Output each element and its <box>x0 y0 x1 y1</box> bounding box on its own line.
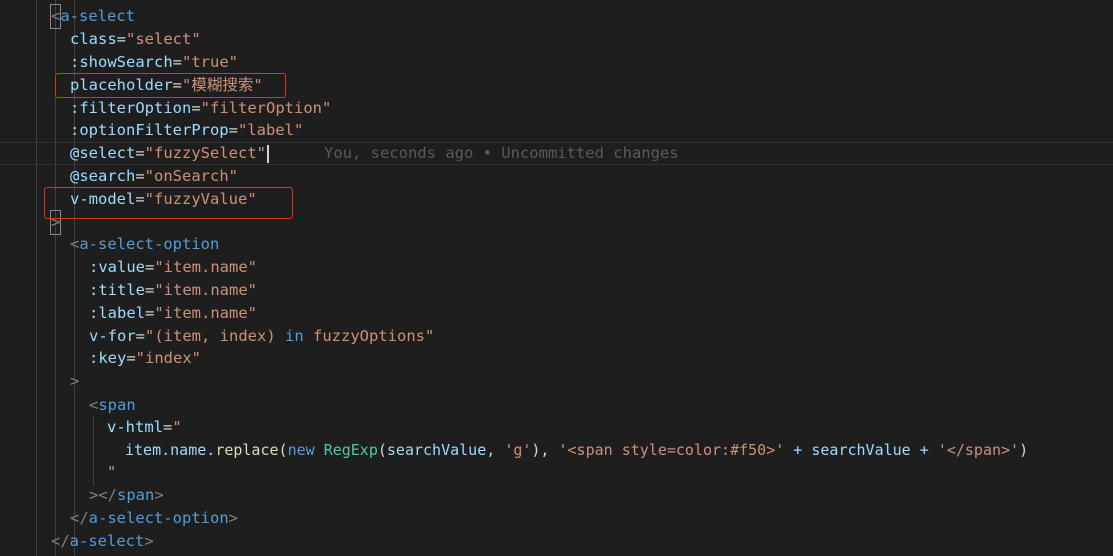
code-line[interactable]: :key="index" <box>0 347 1113 370</box>
code-line[interactable]: v-for="(item, index) in fuzzyOptions" <box>0 325 1113 348</box>
tag-name: a-select <box>60 7 135 25</box>
attr-value: "item.name" <box>154 258 257 276</box>
tag-name: a-select-option <box>88 509 229 527</box>
code-line[interactable]: <a-select-option <box>0 233 1113 256</box>
code-line[interactable]: <a-select <box>0 4 1113 29</box>
attr-value: "onSearch" <box>144 167 238 185</box>
code-line[interactable]: @search="onSearch" <box>0 165 1113 188</box>
attr-value: "item.name" <box>154 304 257 322</box>
code-line[interactable]: > <box>0 370 1113 393</box>
bracket-match: < <box>49 4 62 29</box>
code-line[interactable]: </a-select> <box>0 530 1113 553</box>
attr-value: "select" <box>126 30 201 48</box>
tag-name: span <box>117 486 155 504</box>
highlight-box-placeholder <box>55 73 286 98</box>
code-line[interactable]: :optionFilterProp="label" <box>0 119 1113 142</box>
attr-value: "(item, index) <box>145 327 285 345</box>
class-name: RegExp <box>323 441 378 459</box>
attr-name: :showSearch <box>70 53 173 71</box>
code-line[interactable]: :value="item.name" <box>0 256 1113 279</box>
attr-value: "filterOption" <box>200 99 332 117</box>
tag-name: span <box>98 396 136 414</box>
attr-name: :label <box>89 304 145 322</box>
attr-value: "item.name" <box>154 281 257 299</box>
highlight-box-v-model <box>44 187 293 219</box>
text-cursor <box>267 144 269 163</box>
string-literal: '</span>' <box>937 441 1020 459</box>
tag-name: a-select-option <box>79 235 220 253</box>
attr-name: v-html <box>107 418 163 436</box>
attr-value: fuzzyOptions" <box>303 327 435 345</box>
code-line[interactable]: item.name.replace(new RegExp(searchValue… <box>0 439 1113 462</box>
code-line[interactable]: v-html=" <box>0 416 1113 439</box>
attr-name: :title <box>89 281 145 299</box>
attr-name: class <box>70 30 117 48</box>
keyword: in <box>285 327 304 345</box>
attr-value: "label" <box>237 121 304 139</box>
current-code-line[interactable]: @select="fuzzySelect" You, seconds ago • … <box>0 142 1113 165</box>
attr-value: " <box>172 418 182 436</box>
string-literal: '<span style=color:#f50>' <box>558 441 785 459</box>
code-line[interactable]: " <box>0 461 1113 484</box>
attr-name: @search <box>70 167 136 185</box>
code-line[interactable]: :filterOption="filterOption" <box>0 97 1113 120</box>
code-line[interactable]: class="select" <box>0 28 1113 51</box>
string-literal: 'g' <box>504 441 532 459</box>
attr-value: " <box>107 463 117 481</box>
code-line[interactable]: </a-select-option> <box>0 507 1113 530</box>
function-name: replace <box>215 441 279 459</box>
code-line[interactable]: <span <box>0 394 1113 417</box>
attr-name: :optionFilterProp <box>70 121 229 139</box>
variable: searchValue, <box>386 441 505 459</box>
variable: + searchValue + <box>784 441 938 459</box>
attr-name: @select <box>70 144 136 162</box>
attr-name: :value <box>89 258 145 276</box>
code-line[interactable]: ></span> <box>0 484 1113 507</box>
keyword: new <box>287 441 315 459</box>
tag-name: a-select <box>69 532 145 550</box>
attr-value: "index" <box>135 349 201 367</box>
code-line[interactable]: :label="item.name" <box>0 302 1113 325</box>
attr-name: :filterOption <box>70 99 192 117</box>
code-line[interactable]: :showSearch="true" <box>0 51 1113 74</box>
git-blame-annotation: You, seconds ago • Uncommitted changes <box>324 144 679 162</box>
attr-name: :key <box>89 349 127 367</box>
code-line[interactable]: :title="item.name" <box>0 279 1113 302</box>
attr-value: "true" <box>182 53 238 71</box>
attr-value: "fuzzySelect" <box>144 144 266 162</box>
attr-name: v-for <box>89 327 136 345</box>
variable: item.name. <box>125 441 216 459</box>
code-editor[interactable]: <a-select class="select" :showSearch="tr… <box>0 0 1113 556</box>
